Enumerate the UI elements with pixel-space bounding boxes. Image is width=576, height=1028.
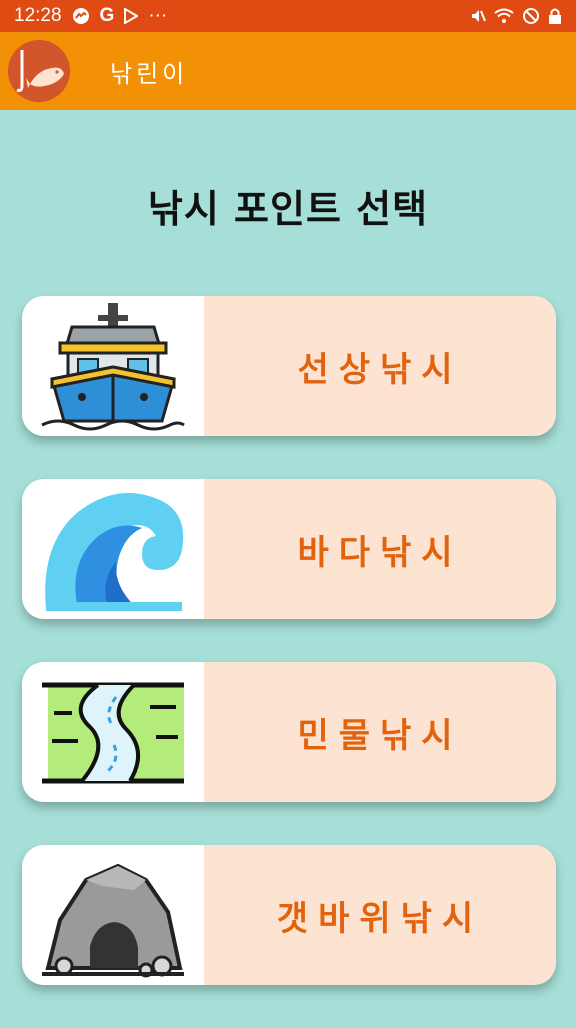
option-boat-fishing-button[interactable]: 선상낚시 — [22, 296, 556, 436]
option-sea-fishing-button[interactable]: 바다낚시 — [22, 479, 556, 619]
app-bar: 낚린이 — [0, 32, 576, 110]
messenger-icon — [72, 7, 90, 25]
option-label: 바다낚시 — [204, 479, 556, 619]
cave-rock-icon — [22, 845, 204, 985]
wifi-icon — [494, 8, 514, 24]
fishing-logo-icon[interactable] — [8, 40, 70, 102]
option-label: 선상낚시 — [204, 296, 556, 436]
page-title: 낚시 포인트 선택 — [147, 187, 429, 231]
option-label: 갯바위낚시 — [204, 845, 556, 985]
river-icon — [22, 662, 204, 802]
play-icon — [124, 8, 139, 24]
status-time: 12:28 — [14, 5, 62, 26]
option-label: 민물낚시 — [204, 662, 556, 802]
lock-icon — [548, 7, 562, 25]
ship-icon — [22, 296, 204, 436]
wave-icon — [22, 479, 204, 619]
option-freshwater-fishing-button[interactable]: 민물낚시 — [22, 662, 556, 802]
mute-icon — [470, 8, 486, 24]
more-dots-icon: ··· — [148, 5, 168, 26]
status-bar: 12:28 G ··· — [0, 0, 576, 32]
google-icon: G — [99, 5, 115, 26]
option-rock-fishing-button[interactable]: 갯바위낚시 — [22, 845, 556, 985]
no-disturb-icon — [522, 7, 540, 25]
app-title: 낚린이 — [110, 59, 189, 88]
